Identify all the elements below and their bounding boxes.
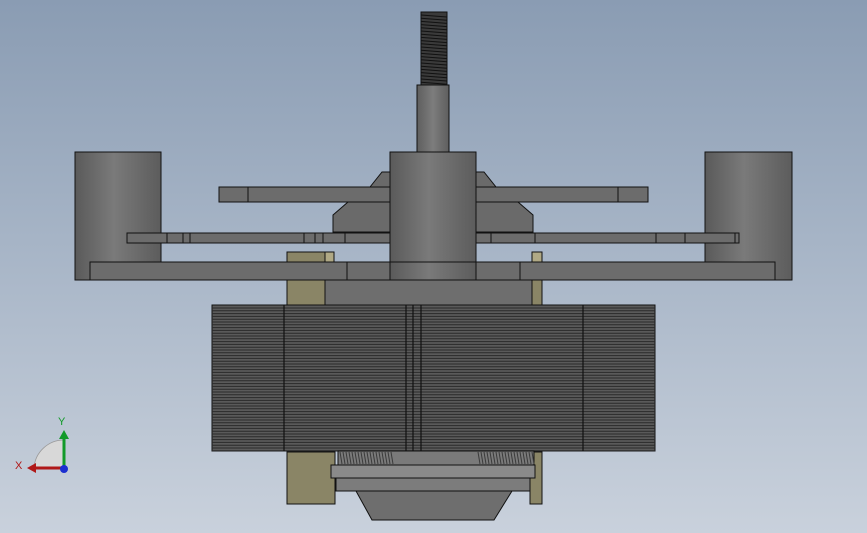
triad-z-origin	[60, 465, 68, 473]
shaft	[416, 84, 450, 156]
triad-x-arrow	[27, 463, 36, 473]
shaft-thread	[420, 11, 448, 87]
right-cylinder	[704, 151, 793, 281]
lower-base	[330, 464, 536, 521]
central-hub	[389, 151, 477, 281]
left-cylinder	[74, 151, 162, 281]
stator-core	[211, 304, 656, 452]
triad-x-label: X	[15, 460, 23, 472]
triad-y-label: Y	[58, 416, 66, 428]
winding-end	[337, 450, 535, 466]
triad-y-arrow	[59, 430, 69, 439]
cad-viewport[interactable]: Y X	[0, 0, 867, 533]
motor-assembly-model[interactable]	[0, 0, 867, 533]
coordinate-triad: Y X	[15, 416, 69, 473]
triad-plane-icon	[33, 439, 65, 469]
motor-housing	[324, 279, 533, 307]
